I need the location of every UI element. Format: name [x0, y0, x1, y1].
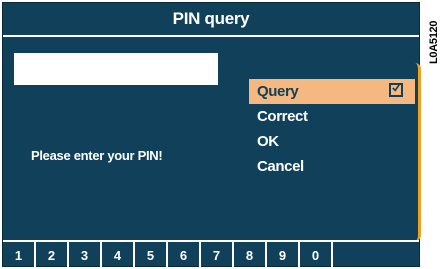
softkey-3[interactable]: 3: [69, 242, 102, 268]
menu-item-label: OK: [257, 133, 279, 150]
softkey-5[interactable]: 5: [135, 242, 168, 268]
menu-item-cancel[interactable]: Cancel: [249, 154, 415, 179]
dialog-title: PIN query: [3, 3, 419, 37]
menu-item-ok[interactable]: OK: [249, 129, 415, 154]
pin-prompt: Please enter your PIN!: [31, 148, 163, 163]
menu-item-label: Cancel: [257, 158, 304, 175]
softkey-2[interactable]: 2: [36, 242, 69, 268]
softkey-6[interactable]: 6: [168, 242, 201, 268]
softkey-8[interactable]: 8: [234, 242, 267, 268]
softkey-4[interactable]: 4: [102, 242, 135, 268]
softkey-blank: [333, 242, 419, 268]
softkey-9[interactable]: 9: [267, 242, 300, 268]
figure-code-label: L0A5120: [428, 20, 440, 64]
softkey-bar: 1 2 3 4 5 6 7 8 9 0: [3, 240, 419, 268]
pin-input[interactable]: [14, 53, 218, 85]
menu-scroll-indicator: [415, 63, 421, 241]
menu-item-correct[interactable]: Correct: [249, 104, 415, 129]
softkey-1[interactable]: 1: [3, 242, 36, 268]
menu-item-label: Correct: [257, 108, 308, 125]
action-menu: Query Correct OK Cancel: [249, 79, 415, 179]
menu-item-query[interactable]: Query: [249, 79, 415, 104]
softkey-7[interactable]: 7: [201, 242, 234, 268]
softkey-0[interactable]: 0: [300, 242, 333, 268]
pin-query-dialog: PIN query Please enter your PIN! Query C…: [2, 2, 421, 268]
menu-item-label: Query: [257, 83, 299, 100]
checked-checkbox-icon: [389, 83, 403, 97]
